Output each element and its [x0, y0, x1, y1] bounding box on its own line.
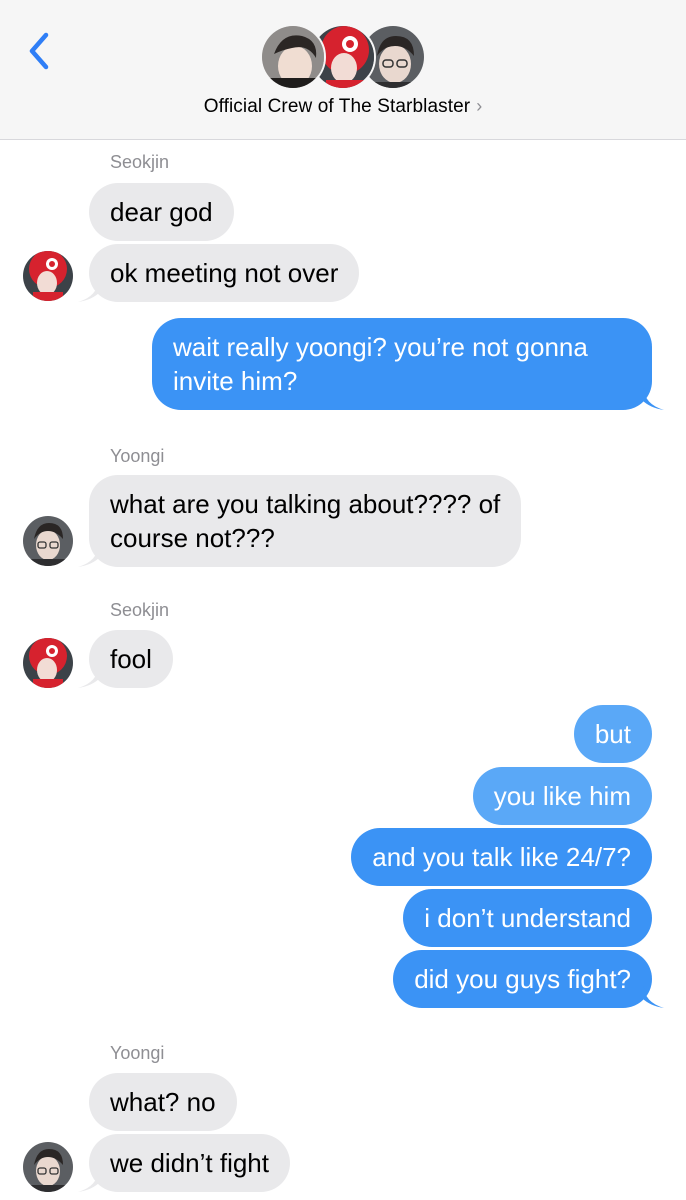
outgoing-message[interactable]: you like him — [472, 767, 652, 825]
chevron-right-icon: › — [476, 96, 483, 116]
group-title[interactable]: Official Crew of The Starblaster › — [0, 96, 686, 118]
yoongi-avatar — [23, 1142, 73, 1192]
seokjin-avatar — [23, 638, 73, 688]
conversation-header: Official Crew of The Starblaster › — [0, 0, 686, 140]
outgoing-message[interactable]: i don’t understand — [403, 889, 652, 947]
message-text: ok meeting not over — [110, 258, 339, 288]
group-name: Official Crew of The Starblaster — [203, 96, 471, 117]
message-text: what are you talking about???? of — [110, 489, 501, 519]
incoming-message[interactable]: what are you talking about???? of course… — [89, 475, 522, 567]
incoming-message[interactable]: fool — [89, 630, 173, 688]
message-text: what? no — [110, 1087, 216, 1117]
message-text: and you talk like 24/7? — [372, 842, 631, 872]
bubble-tail — [642, 986, 664, 1008]
message-text: course not??? — [110, 523, 275, 553]
bubble-tail — [78, 545, 100, 567]
incoming-message[interactable]: we didn’t fight — [89, 1134, 290, 1192]
sender-name: Seokjin — [110, 600, 170, 620]
incoming-message[interactable]: dear god — [89, 183, 234, 241]
group-avatars[interactable] — [260, 22, 430, 92]
message-text: but — [594, 719, 631, 749]
member-avatar — [260, 24, 326, 90]
message-text: wait really yoongi? you’re not gonna — [173, 332, 588, 362]
message-text: you like him — [493, 781, 631, 811]
chevron-left-icon[interactable] — [24, 28, 58, 74]
message-text: we didn’t fight — [110, 1148, 269, 1178]
message-text: invite him? — [173, 366, 298, 396]
incoming-message[interactable]: ok meeting not over — [89, 244, 360, 302]
outgoing-message[interactable]: but — [573, 705, 652, 763]
outgoing-message[interactable]: and you talk like 24/7? — [351, 828, 652, 886]
outgoing-message[interactable]: did you guys fight? — [393, 950, 652, 1008]
bubble-tail — [642, 388, 664, 410]
sender-name: Seokjin — [110, 152, 170, 172]
message-text: i don’t understand — [424, 903, 631, 933]
message-text: did you guys fight? — [414, 964, 631, 994]
message-text: dear god — [110, 197, 213, 227]
bubble-tail — [78, 666, 100, 688]
bubble-tail — [78, 280, 100, 302]
outgoing-message[interactable]: wait really yoongi? you’re not gonna inv… — [152, 318, 652, 410]
yoongi-avatar — [23, 516, 73, 566]
incoming-message[interactable]: what? no — [89, 1073, 237, 1131]
sender-name: Yoongi — [110, 1043, 165, 1063]
message-text: fool — [110, 644, 152, 674]
bubble-tail — [78, 1170, 100, 1192]
seokjin-avatar — [23, 251, 73, 301]
sender-name: Yoongi — [110, 446, 165, 466]
